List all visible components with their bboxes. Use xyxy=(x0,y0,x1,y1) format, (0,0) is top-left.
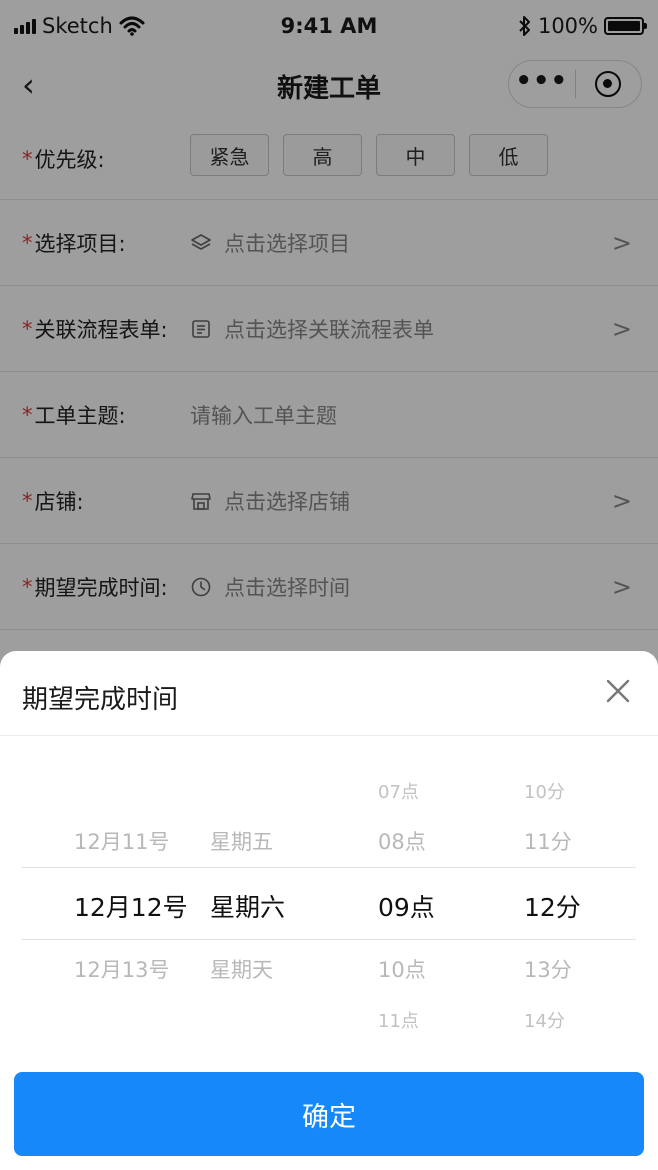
weekday-option[interactable]: 星期五 xyxy=(210,826,273,856)
date-option[interactable]: 12月13号 xyxy=(74,954,169,984)
date-option[interactable]: 12月11号 xyxy=(74,826,169,856)
hour-option[interactable]: 07点 xyxy=(378,778,419,804)
sheet-title: 期望完成时间 xyxy=(22,685,179,715)
minute-option[interactable]: 14分 xyxy=(524,1007,565,1033)
hour-option[interactable]: 10点 xyxy=(378,954,426,984)
weekday-column[interactable]: 星期五 星期六 星期天 xyxy=(210,736,320,1056)
date-option-selected[interactable]: 12月12号 xyxy=(74,888,188,924)
weekday-option[interactable]: 星期天 xyxy=(210,954,273,984)
datetime-picker: 12月11号 12月12号 12月13号 星期五 星期六 星期天 07点 08点… xyxy=(0,736,658,1056)
minute-option[interactable]: 10分 xyxy=(524,778,565,804)
close-icon[interactable] xyxy=(604,677,632,705)
hour-option-selected[interactable]: 09点 xyxy=(378,888,435,924)
weekday-option-selected[interactable]: 星期六 xyxy=(210,888,285,924)
minute-option[interactable]: 11分 xyxy=(524,826,572,856)
date-column[interactable]: 12月11号 12月12号 12月13号 xyxy=(74,736,204,1056)
hour-column[interactable]: 07点 08点 09点 10点 11点 xyxy=(378,736,468,1056)
confirm-button[interactable]: 确定 xyxy=(14,1072,644,1156)
hour-option[interactable]: 08点 xyxy=(378,826,426,856)
minute-option[interactable]: 13分 xyxy=(524,954,572,984)
minute-option-selected[interactable]: 12分 xyxy=(524,888,581,924)
hour-option[interactable]: 11点 xyxy=(378,1007,419,1033)
minute-column[interactable]: 10分 11分 12分 13分 14分 xyxy=(524,736,614,1056)
